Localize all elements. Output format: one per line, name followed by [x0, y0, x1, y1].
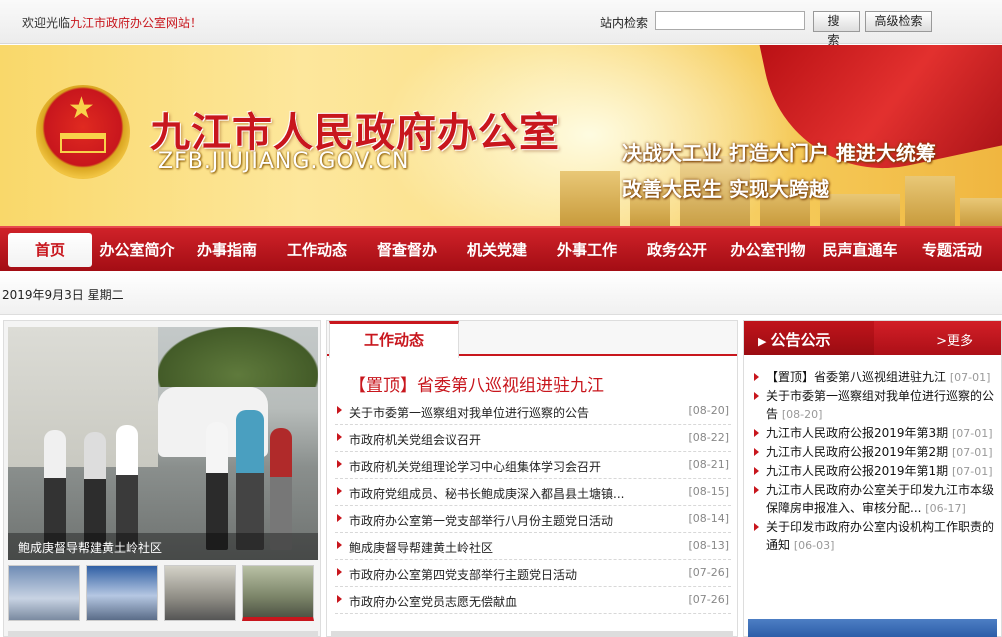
triangle-right-icon — [754, 429, 759, 437]
nav-item-gov-disclosure[interactable]: 政务公开 — [632, 233, 722, 267]
site-banner: ★ 九江市人民政府办公室 ZFB.JIUJIANG.GOV.CN 决战大工业 打… — [0, 45, 1002, 226]
notice-tab-label: 公告公示 — [770, 331, 831, 349]
list-item[interactable]: 九江市人民政府公报2019年第2期 [07-01] — [752, 443, 994, 462]
list-item[interactable]: 九江市人民政府公报2019年第1期 [07-01] — [752, 462, 994, 481]
thumbnail-3[interactable] — [164, 565, 236, 621]
thumbnail-2[interactable] — [86, 565, 158, 621]
notice-banner-image[interactable] — [748, 619, 997, 637]
more-link[interactable]: >更多 — [936, 330, 973, 349]
nav-item-guide[interactable]: 办事指南 — [182, 233, 272, 267]
triangle-right-icon — [754, 373, 759, 381]
triangle-right-icon — [337, 433, 342, 441]
triangle-right-icon — [337, 460, 342, 468]
thumbnail-1[interactable] — [8, 565, 80, 621]
advanced-search-button[interactable]: 高级检索 — [865, 11, 932, 32]
triangle-right-icon — [337, 595, 342, 603]
triangle-right-icon — [754, 467, 759, 475]
caret-right-icon: ▶ — [758, 335, 767, 348]
triangle-right-icon — [754, 448, 759, 456]
list-item[interactable]: 关于市委第一巡察组对我单位进行巡察的公告 [08-20] — [335, 398, 731, 425]
nav-item-special-events[interactable]: 专题活动 — [906, 233, 998, 267]
nav-item-publications[interactable]: 办公室刊物 — [722, 233, 814, 267]
thumbnail-4[interactable] — [242, 565, 314, 621]
triangle-right-icon — [337, 541, 342, 549]
nav-item-party-building[interactable]: 机关党建 — [452, 233, 542, 267]
list-item[interactable]: 市政府办公室第四党支部举行主题党日活动 [07-26] — [335, 560, 731, 587]
list-item[interactable]: 市政府办公室第一党支部举行八月份主题党日活动 [08-14] — [335, 506, 731, 533]
list-item[interactable]: 市政府机关党组理论学习中心组集体学习会召开 [08-21] — [335, 452, 731, 479]
pinned-headline[interactable]: 【置顶】省委第八巡视组进驻九江 — [349, 371, 604, 396]
list-item[interactable]: 关于印发市政府办公室内设机构工作职责的通知 [06-03] — [752, 518, 994, 555]
list-item[interactable]: 【置顶】省委第八巡视组进驻九江 [07-01] — [752, 368, 994, 387]
nav-item-public-voice[interactable]: 民声直通车 — [814, 233, 906, 267]
triangle-right-icon — [754, 486, 759, 494]
triangle-right-icon — [337, 406, 342, 414]
notice-panel: ▶ 公告公示 >更多 【置顶】省委第八巡视组进驻九江 [07-01] 关于市委第一… — [743, 320, 1002, 637]
welcome-suffix: ！ — [190, 16, 203, 30]
slogan-line-2: 改善大民生 实现大跨越 — [622, 177, 829, 201]
top-bar: 欢迎光临九江市政府办公室网站！ 站内检索 搜 索 高级检索 — [0, 0, 1002, 47]
triangle-right-icon — [337, 514, 342, 522]
triangle-right-icon — [754, 523, 759, 531]
list-item[interactable]: 市政府党组成员、秘书长鲍成庚深入都昌县土塘镇... [08-15] — [335, 479, 731, 506]
welcome-prefix: 欢迎光临 — [22, 16, 71, 30]
list-item[interactable]: 市政府机关党组会议召开 [08-22] — [335, 425, 731, 452]
triangle-right-icon — [337, 568, 342, 576]
photo-caption[interactable]: 鲍成庚督导帮建黄土岭社区 — [8, 533, 318, 560]
search-label: 站内检索 — [600, 16, 649, 30]
news-list: 关于市委第一巡察组对我单位进行巡察的公告 [08-20] 市政府机关党组会议召开[… — [335, 398, 731, 614]
search-input[interactable] — [655, 11, 805, 30]
current-date: 2019年9月3日 星期二 — [2, 288, 124, 302]
nav-item-foreign-affairs[interactable]: 外事工作 — [542, 233, 632, 267]
work-news-panel: 工作动态 【置顶】省委第八巡视组进驻九江 关于市委第一巡察组对我单位进行巡察的公… — [326, 320, 738, 637]
nav-item-work-news[interactable]: 工作动态 — [272, 233, 362, 267]
photo-thumbnails — [8, 565, 314, 621]
welcome-site-name: 九江市政府办公室网站 — [70, 16, 191, 30]
list-item[interactable]: 鲍成庚督导帮建黄土岭社区 [08-13] — [335, 533, 731, 560]
list-item[interactable]: 市政府办公室党员志愿无偿献血 [07-26] — [335, 587, 731, 614]
nav-item-about[interactable]: 办公室简介 — [92, 233, 182, 267]
triangle-right-icon — [337, 487, 342, 495]
triangle-right-icon — [754, 392, 759, 400]
tab-work-news[interactable]: 工作动态 — [329, 321, 459, 358]
date-bar: 2019年9月3日 星期二 — [0, 272, 1002, 315]
search-button[interactable]: 搜 索 — [813, 11, 860, 47]
list-item[interactable]: 九江市人民政府公报2019年第3期 [07-01] — [752, 424, 994, 443]
main-news-photo[interactable] — [8, 327, 318, 560]
welcome-text: 欢迎光临九江市政府办公室网站！ — [22, 14, 202, 31]
site-domain: ZFB.JIUJIANG.GOV.CN — [158, 149, 410, 174]
main-nav: 首页 办公室简介 办事指南 工作动态 督查督办 机关党建 外事工作 政务公开 办… — [0, 226, 1002, 271]
nav-item-home[interactable]: 首页 — [8, 232, 92, 267]
nav-item-supervision[interactable]: 督查督办 — [362, 233, 452, 267]
list-item[interactable]: 关于市委第一巡察组对我单位进行巡察的公告 [08-20] — [752, 387, 994, 424]
national-emblem-icon: ★ — [36, 85, 130, 179]
tab-notices[interactable]: ▶ 公告公示 — [744, 321, 874, 355]
notice-list: 【置顶】省委第八巡视组进驻九江 [07-01] 关于市委第一巡察组对我单位进行巡… — [752, 368, 994, 555]
slogan-line-1: 决战大工业 打造大门户 推进大统筹 — [622, 141, 936, 165]
list-item[interactable]: 九江市人民政府办公室关于印发九江市本级保障房申报准入、审核分配... [06-1… — [752, 481, 994, 518]
photo-news-panel: 鲍成庚督导帮建黄土岭社区 — [3, 320, 321, 637]
